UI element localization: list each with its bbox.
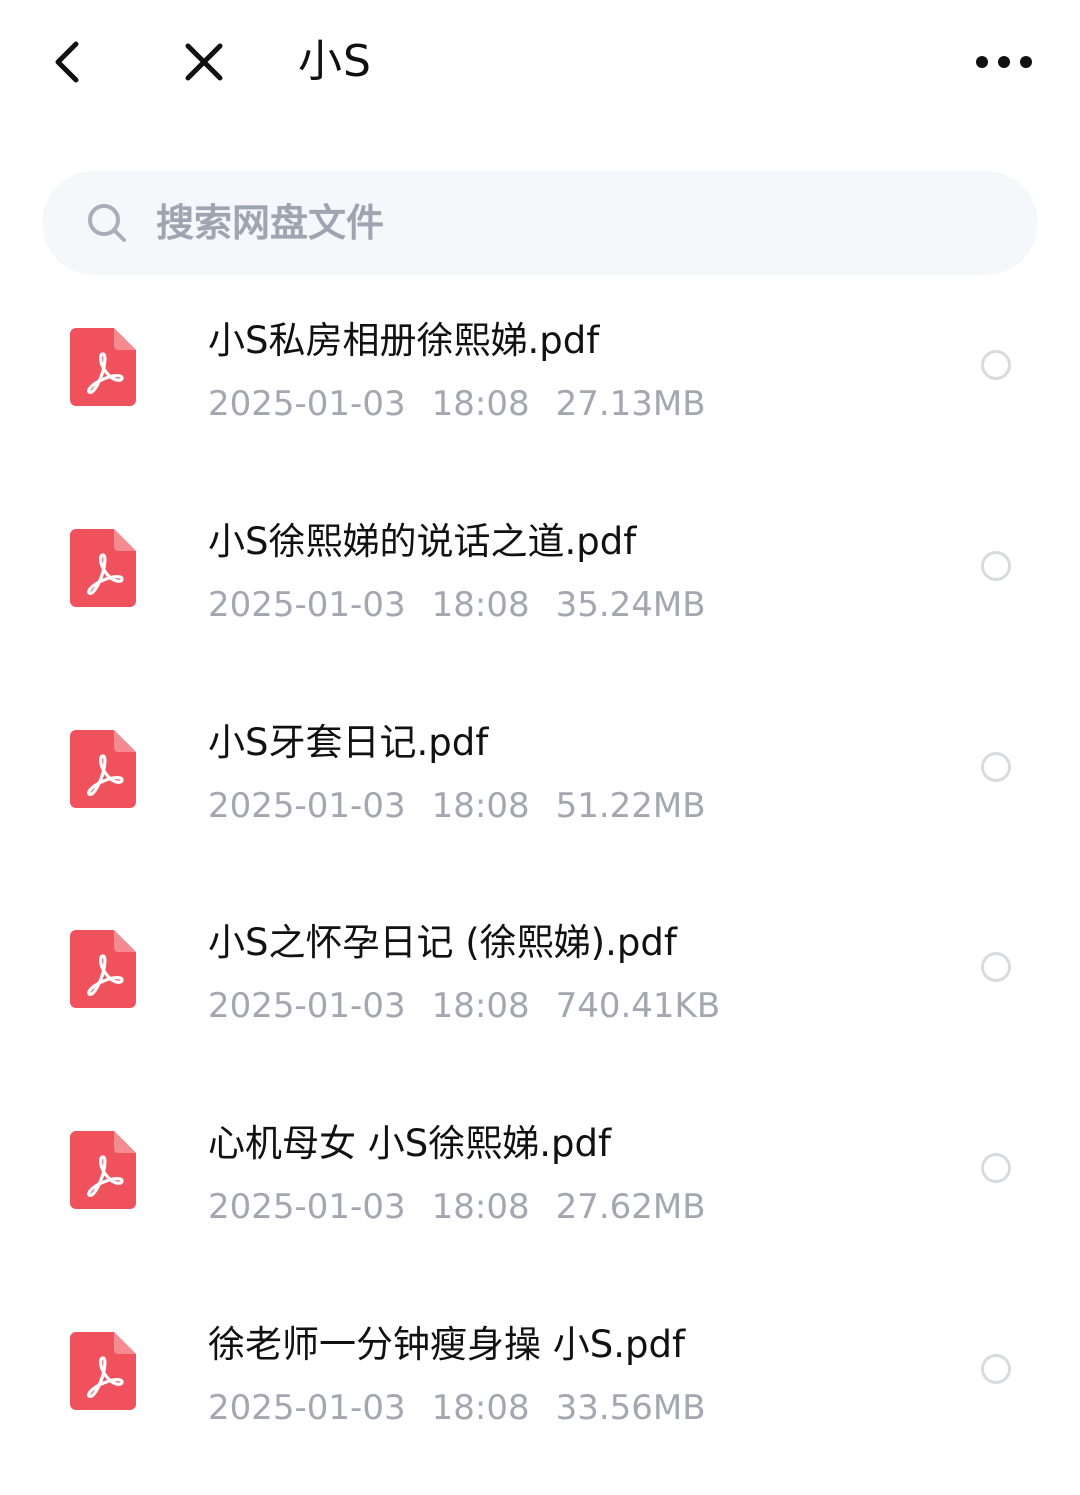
file-size: 27.13MB xyxy=(555,384,706,424)
more-horizontal-icon xyxy=(976,56,1032,68)
file-size: 740.41KB xyxy=(555,986,721,1027)
file-name: 小S之怀孕日记 (徐熙娣).pdf xyxy=(208,921,677,965)
file-row[interactable]: 小S之怀孕日记 (徐熙娣).pdf 2025-01-03 18:08 740.4… xyxy=(0,892,1080,1093)
file-row[interactable]: 小S私房相册徐熙娣.pdf 2025-01-03 18:08 27.13MB xyxy=(0,290,1080,491)
file-date: 2025-01-03 xyxy=(208,785,406,826)
select-radio[interactable] xyxy=(981,1153,1011,1184)
file-list: 小S私房相册徐熙娣.pdf 2025-01-03 18:08 27.13MB 小… xyxy=(0,290,1080,1495)
file-meta: 2025-01-03 18:08 27.13MB xyxy=(208,382,706,426)
file-time: 18:08 xyxy=(431,986,530,1027)
file-size: 35.24MB xyxy=(555,584,706,625)
file-size: 27.62MB xyxy=(555,1187,706,1228)
file-size: 51.22MB xyxy=(555,785,706,826)
file-name: 小S私房相册徐熙娣.pdf xyxy=(208,319,600,362)
file-meta: 2025-01-03 18:08 33.56MB xyxy=(208,1386,706,1430)
pdf-file-icon xyxy=(70,1331,136,1410)
select-radio[interactable] xyxy=(981,350,1011,380)
top-bar: 小S xyxy=(0,0,1080,125)
file-row[interactable]: 小S徐熙娣的说话之道.pdf 2025-01-03 18:08 35.24MB xyxy=(0,491,1080,692)
pdf-file-icon xyxy=(70,729,136,808)
file-time: 18:08 xyxy=(431,1187,530,1228)
pdf-file-icon xyxy=(70,1131,136,1210)
file-meta: 2025-01-03 18:08 27.62MB xyxy=(208,1185,706,1229)
file-meta: 2025-01-03 18:08 740.41KB xyxy=(208,984,720,1028)
file-name: 徐老师一分钟瘦身操 小S.pdf xyxy=(208,1322,686,1366)
search-icon xyxy=(86,202,128,244)
pdf-file-icon xyxy=(70,930,136,1009)
page-title: 小S xyxy=(298,36,372,87)
file-time: 18:08 xyxy=(431,785,530,826)
back-button[interactable] xyxy=(36,30,100,94)
file-size: 33.56MB xyxy=(555,1387,706,1428)
chevron-left-icon xyxy=(55,41,79,83)
file-date: 2025-01-03 xyxy=(208,584,406,625)
file-time: 18:08 xyxy=(431,584,530,625)
file-meta: 2025-01-03 18:08 35.24MB xyxy=(208,583,706,627)
select-radio[interactable] xyxy=(981,952,1011,983)
file-row[interactable]: 小S牙套日记.pdf 2025-01-03 18:08 51.22MB xyxy=(0,692,1080,893)
file-time: 18:08 xyxy=(431,1387,530,1428)
file-name: 小S徐熙娣的说话之道.pdf xyxy=(208,519,637,563)
more-button[interactable] xyxy=(966,30,1042,94)
file-row[interactable]: 心机母女 小S徐熙娣.pdf 2025-01-03 18:08 27.62MB xyxy=(0,1093,1080,1294)
select-radio[interactable] xyxy=(981,550,1011,581)
file-time: 18:08 xyxy=(431,384,530,424)
file-date: 2025-01-03 xyxy=(208,1387,406,1428)
close-icon xyxy=(185,43,223,81)
pdf-file-icon xyxy=(70,528,136,607)
file-date: 2025-01-03 xyxy=(208,384,406,424)
file-name: 心机母女 小S徐熙娣.pdf xyxy=(208,1122,612,1166)
file-row[interactable]: 徐老师一分钟瘦身操 小S.pdf 2025-01-03 18:08 33.56M… xyxy=(0,1294,1080,1495)
close-button[interactable] xyxy=(172,30,236,94)
select-radio[interactable] xyxy=(981,751,1011,782)
select-radio[interactable] xyxy=(981,1353,1011,1384)
search-bar[interactable] xyxy=(42,171,1038,275)
file-date: 2025-01-03 xyxy=(208,986,406,1027)
file-meta: 2025-01-03 18:08 51.22MB xyxy=(208,784,706,828)
file-name: 小S牙套日记.pdf xyxy=(208,720,489,764)
pdf-file-icon xyxy=(70,328,136,406)
search-input[interactable] xyxy=(156,201,936,245)
file-date: 2025-01-03 xyxy=(208,1187,406,1228)
